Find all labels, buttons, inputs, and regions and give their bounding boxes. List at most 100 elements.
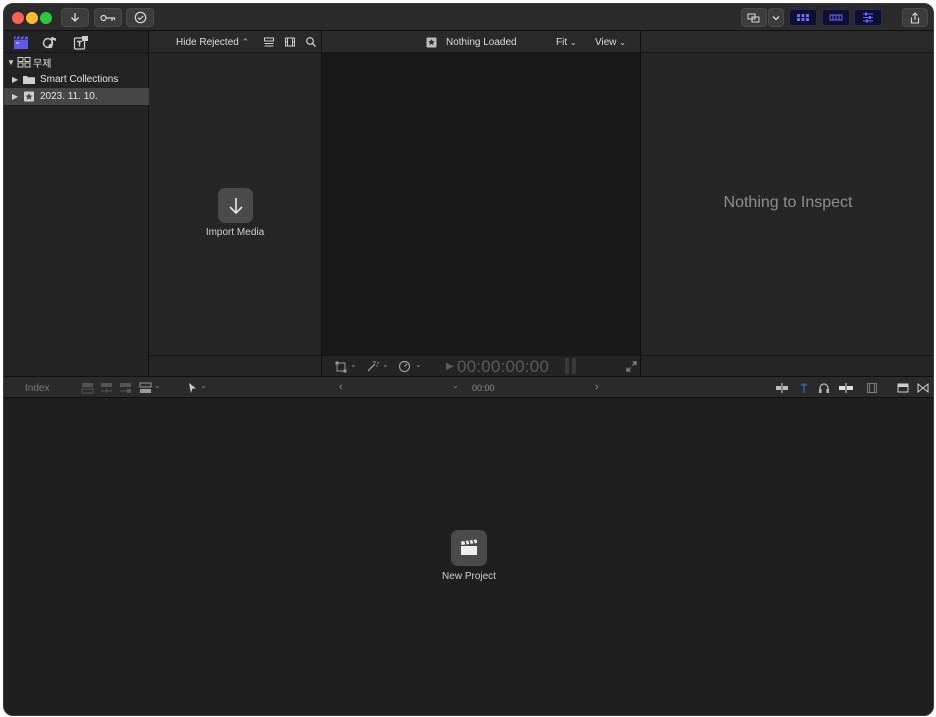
tab-libraries[interactable] [13,35,29,50]
timeline-forward-button[interactable]: › [595,381,599,393]
clip-appearance-icon[interactable] [263,36,275,48]
zoom-fit-popup[interactable]: Fit ⌄ [556,37,577,48]
titles-icon [73,36,88,50]
layout-menu-button[interactable] [768,8,784,27]
viewer-pane: Nothing Loaded Fit ⌄ View ⌄ ⌄ ⌄ ⌄ ▶ 00:0… [322,31,641,376]
zoom-button[interactable] [40,12,52,24]
import-button[interactable] [61,8,89,27]
chevron-down-icon[interactable]: ⌄ [200,381,207,390]
chevron-down-icon[interactable]: ⌄ [415,360,422,369]
inspector-footer [641,355,933,376]
library-icon [17,57,31,68]
transform-icon[interactable] [335,361,347,373]
viewer-header: Nothing Loaded Fit ⌄ View ⌄ [322,31,640,53]
timeline-back-button[interactable]: ‹ [339,381,343,393]
grid-icon [797,14,809,21]
headphones-icon[interactable] [818,382,830,394]
clip-filter-popup[interactable]: Hide Rejected ⌃ [176,37,249,48]
chevron-down-icon: ⌄ [569,38,577,47]
library-item-untitled[interactable]: ▼ 무제 [4,54,149,71]
browser-toggle-button[interactable] [789,9,817,26]
library-item-event[interactable]: ▶ 2023. 11. 10. [4,88,149,105]
timeline-toolbar: Index ⌄ ⌄ ‹ ⌄ 00:00 › [4,376,933,398]
sidebar-tabs [4,31,148,53]
new-project-label: New Project [442,571,496,582]
chevron-down-icon [772,15,780,20]
overwrite-clip-icon[interactable] [139,382,152,394]
inspector-empty-message: Nothing to Inspect [723,194,853,211]
clapper-icon [14,36,28,49]
photos-music-icon [42,37,56,49]
magic-wand-icon[interactable] [366,360,379,373]
minimize-button[interactable] [26,12,38,24]
share-icon [910,11,920,24]
new-project-button[interactable] [451,530,487,566]
disclosure-triangle-open-icon[interactable]: ▼ [7,58,15,67]
library-sidebar: ▼ 무제 ▶ Smart Collections ▶ 2023. 11. 10. [4,31,149,376]
view-options-popup[interactable]: View ⌄ [595,37,626,48]
import-media-button[interactable] [218,188,253,223]
timeline-area: New Project [4,398,933,715]
insert-clip-icon[interactable] [100,382,113,394]
inspector-toggle-button[interactable] [854,9,882,26]
audio-meter-left [565,358,569,374]
folder-icon [23,76,35,84]
background-tasks-button[interactable] [126,8,154,27]
audio-meter-right [572,358,576,374]
browser-pane: Hide Rejected ⌃ Import Media [149,31,322,376]
clip-skimming-icon[interactable] [775,382,789,394]
library-item-label: 무제 [33,59,52,70]
browser-header: Hide Rejected ⌃ [149,31,321,53]
disclosure-triangle-closed-icon[interactable]: ▶ [12,75,20,84]
timeline-icon [829,14,843,21]
share-button[interactable] [902,8,928,27]
timeline-index-icon[interactable] [897,382,909,394]
chevron-down-icon[interactable]: ⌄ [154,381,161,390]
inspector-header [641,31,933,53]
keywords-button[interactable] [94,8,122,27]
viewer-timecode: 00:00:00:00 [457,357,550,376]
event-star-icon [426,37,437,48]
chevron-down-icon[interactable]: ⌄ [382,360,389,369]
connect-clip-icon[interactable] [81,382,94,394]
clip-filter-label: Hide Rejected [176,37,239,48]
clip-appearance-filmstrip-icon[interactable] [866,382,878,394]
snapping-icon[interactable] [838,382,854,394]
clapperboard-icon [461,539,478,555]
key-icon [100,14,116,21]
disclosure-triangle-closed-icon[interactable]: ▶ [12,92,20,101]
close-button[interactable] [12,12,24,24]
skimming-icon[interactable] [799,382,809,394]
chevron-down-icon[interactable]: ⌄ [452,381,459,390]
timeline-index-button[interactable]: Index [25,383,49,394]
play-icon[interactable]: ▶ [446,361,454,372]
tab-photos-audio[interactable] [42,35,58,50]
workspace-layout-button[interactable] [741,8,767,27]
inspector-pane: Nothing to Inspect [641,31,933,376]
chevron-down-icon: ⌄ [619,38,626,47]
layout-windows-icon [747,13,760,22]
view-options-label: View [595,37,617,48]
library-item-smart-collections[interactable]: ▶ Smart Collections [4,71,149,88]
append-clip-icon[interactable] [119,382,132,394]
timeline-toggle-button[interactable] [822,9,850,26]
tab-titles-generators[interactable] [73,35,89,50]
timeline-timecode: 00:00 [472,383,495,393]
checkmark-circle-icon [134,11,146,24]
select-tool-arrow-icon[interactable] [188,382,198,394]
library-item-label: 2023. 11. 10. [40,91,98,102]
titlebar [4,4,933,31]
download-arrow-icon [228,197,243,214]
speed-gauge-icon[interactable] [398,360,411,373]
effects-browser-icon[interactable] [917,382,929,394]
zoom-fit-label: Fit [556,37,568,48]
updown-chevron-icon: ⌃ [241,37,250,47]
import-media-label: Import Media [205,227,265,238]
fullscreen-icon[interactable] [626,361,637,372]
chevron-down-icon[interactable]: ⌄ [350,360,357,369]
viewer-controls: ⌄ ⌄ ⌄ ▶ 00:00:00:00 [322,355,640,376]
app-window: ▼ 무제 ▶ Smart Collections ▶ 2023. 11. 10.… [3,3,934,716]
filmstrip-icon[interactable] [284,36,296,48]
search-icon[interactable] [305,36,317,48]
sliders-icon [863,12,873,23]
